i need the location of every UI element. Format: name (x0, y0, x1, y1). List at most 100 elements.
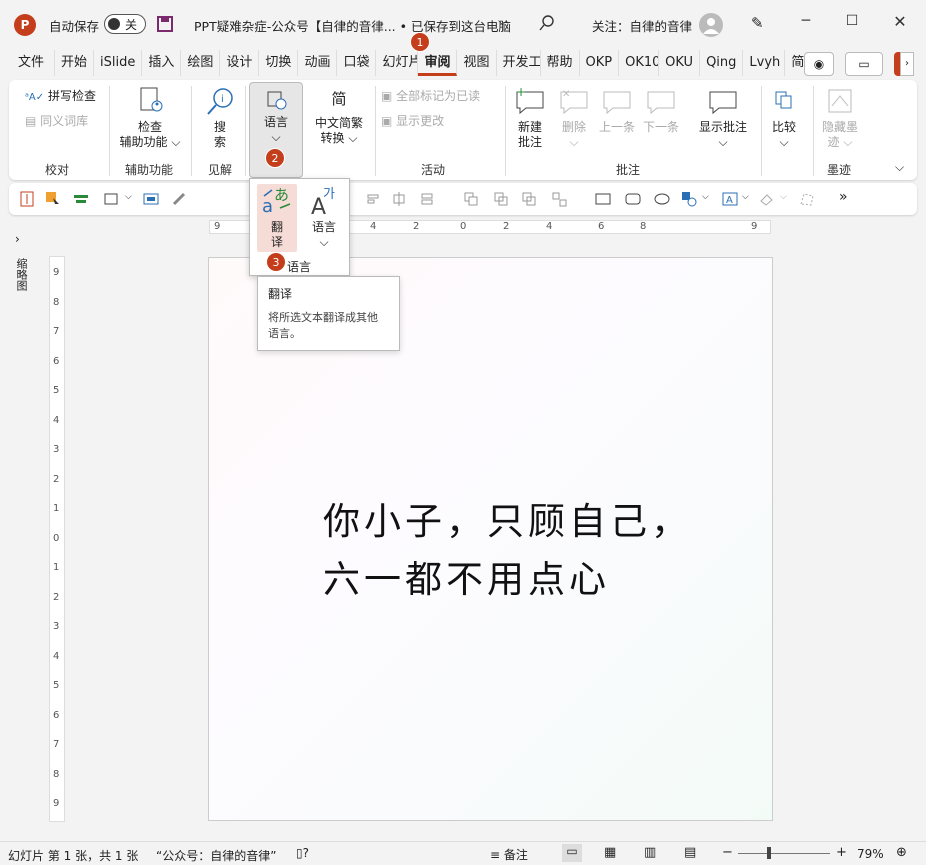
group-icon[interactable] (521, 191, 537, 207)
minimize-icon[interactable]: ─ (791, 13, 821, 29)
tab-file[interactable]: 文件 (10, 50, 56, 76)
slide-text-line-1[interactable]: 你小子，只顾自己， (323, 491, 692, 545)
ungroup-icon[interactable] (551, 191, 567, 207)
spell-check-button[interactable]: ᵃA✓ 拼写检查 (25, 87, 96, 104)
tab-draw[interactable]: 绘图 (181, 50, 221, 76)
ellipse-icon[interactable] (654, 191, 670, 207)
record-button[interactable]: ◉ (804, 52, 834, 76)
maximize-icon[interactable]: ☐ (837, 13, 867, 29)
ruler-v-label: 3 (53, 621, 60, 632)
align-icon[interactable] (73, 191, 89, 207)
tab-animations[interactable]: 动画 (298, 50, 338, 76)
shapes-icon[interactable] (681, 191, 697, 207)
chevron-down-icon[interactable]: ⌵ (780, 192, 787, 202)
new-comment-button[interactable]: + 新建 批注 (511, 85, 549, 150)
search-icon[interactable] (539, 15, 555, 31)
chevron-down-icon[interactable]: ⌵ (742, 192, 749, 202)
slideshow-icon[interactable]: ▤ (684, 845, 696, 860)
thumbnail-label[interactable]: 缩略图 (14, 258, 28, 291)
zoom-level[interactable]: 79% (857, 847, 884, 861)
select-icon[interactable] (45, 191, 61, 207)
send-backward-icon[interactable] (493, 191, 509, 207)
translate-button[interactable]: aあ 翻 译 (257, 184, 297, 252)
rounded-rectangle-icon[interactable] (625, 191, 641, 207)
tab-ok10[interactable]: OK10 (619, 50, 660, 76)
search-button[interactable]: i 搜 索 (203, 86, 237, 150)
rectangle-icon[interactable] (595, 191, 611, 207)
ruler-h-label: 8 (640, 221, 647, 232)
tab-home[interactable]: 开始 (55, 50, 95, 76)
collapse-ribbon-icon[interactable]: ⌵ (895, 160, 904, 175)
zoom-out-icon[interactable]: − (722, 845, 733, 860)
tab-transitions[interactable]: 切换 (259, 50, 299, 76)
tab-help[interactable]: 帮助 (541, 50, 580, 76)
show-comments-button[interactable]: 显示批注 ⌵ (693, 86, 753, 150)
accessibility-status-icon[interactable]: ▯? (296, 846, 309, 860)
pen-icon[interactable]: ✎ (751, 14, 764, 32)
compare-button[interactable]: 比较 ⌵ (767, 86, 801, 150)
ruler-v-label: 8 (53, 768, 60, 780)
align-left-icon[interactable] (365, 191, 381, 207)
tab-qing[interactable]: Qing (700, 50, 744, 76)
layout-icon[interactable] (103, 191, 119, 207)
group-label-activity: 活动 (421, 163, 446, 177)
tab-islide[interactable]: iSlide (94, 50, 143, 76)
document-title[interactable]: PPT疑难杂症-公众号【自律的音律... • 已保存到这台电脑 (194, 16, 511, 35)
bring-forward-icon[interactable] (463, 191, 479, 207)
frame-icon[interactable] (143, 191, 159, 207)
thesaurus-button[interactable]: ▤ 同义词库 (25, 112, 88, 129)
tab-okp[interactable]: OKP (580, 50, 620, 76)
check-accessibility-button[interactable]: 检查 辅助功能 ⌵ (117, 86, 183, 150)
distribute-icon[interactable] (419, 191, 435, 207)
show-changes-button[interactable]: ▣ 显示更改 (381, 112, 444, 129)
next-comment-button[interactable]: 下一条 (641, 86, 681, 135)
language-menu-button[interactable]: A가 语言 ⌵ (302, 184, 346, 250)
more-icon[interactable]: » (839, 189, 848, 205)
tab-view[interactable]: 视图 (457, 50, 497, 76)
fill-icon[interactable] (759, 191, 775, 207)
notes-button[interactable]: ≡ 备注 (490, 846, 528, 863)
delete-comment-button[interactable]: ✕ 删除 ⌵ (555, 86, 593, 150)
tab-oku[interactable]: OKU (659, 50, 701, 76)
chevron-down-icon[interactable]: ⌵ (498, 14, 507, 29)
fit-to-window-icon[interactable]: ⊕ (896, 845, 907, 860)
slide-text-line-2[interactable]: 六一都不用点心 (323, 549, 610, 603)
ruler-v-label: 2 (53, 473, 60, 485)
ruler-v-label: 5 (53, 680, 60, 691)
zoom-in-icon[interactable]: + (836, 845, 847, 860)
svg-text:+: + (516, 86, 526, 99)
align-center-icon[interactable] (391, 191, 407, 207)
chinese-conversion-button[interactable]: 简 中文简繁 转换 ⌵ (307, 86, 371, 146)
expand-pane-icon[interactable]: › (15, 232, 20, 246)
tab-pocket[interactable]: 口袋 (337, 50, 377, 76)
tab-design[interactable]: 设计 (220, 50, 260, 76)
tab-slideshow[interactable]: 幻灯片 (376, 50, 419, 76)
zoom-slider[interactable] (738, 853, 830, 854)
tab-review[interactable]: 审阅 (418, 50, 458, 76)
comments-button[interactable]: ▭ (845, 52, 883, 76)
zoom-slider-thumb[interactable] (767, 847, 771, 859)
chevron-down-icon[interactable]: ⌵ (125, 192, 132, 202)
text-direction-icon[interactable] (19, 191, 35, 207)
ruler-h-label: 2 (413, 221, 420, 232)
avatar[interactable] (699, 13, 723, 37)
tab-lvyh[interactable]: Lvyh (743, 50, 786, 76)
format-painter-icon[interactable] (171, 191, 187, 207)
text-box-icon[interactable]: A (722, 191, 738, 207)
save-icon[interactable] (157, 16, 173, 32)
previous-comment-button[interactable]: 上一条 (597, 86, 637, 135)
edit-shape-icon[interactable] (799, 191, 815, 207)
mark-all-read-button[interactable]: ▣ 全部标记为已读 (381, 87, 480, 104)
normal-view-icon[interactable]: ▭ (562, 844, 582, 862)
step-badge-3: 3 (266, 252, 286, 272)
tooltip-desc-2: 语言。 (268, 327, 301, 340)
autosave-toggle[interactable]: 关 (104, 14, 146, 34)
tab-developer[interactable]: 开发工 (497, 50, 541, 76)
close-icon[interactable]: ✕ (885, 12, 915, 31)
reading-view-icon[interactable]: ▥ (644, 845, 656, 860)
tab-insert[interactable]: 插入 (142, 50, 182, 76)
slide-sorter-icon[interactable]: ▦ (604, 845, 616, 860)
hide-ink-button[interactable]: 隐藏墨 迹 ⌵ (817, 86, 863, 150)
scroll-right-icon[interactable]: › (900, 52, 914, 76)
chevron-down-icon[interactable]: ⌵ (702, 192, 709, 202)
